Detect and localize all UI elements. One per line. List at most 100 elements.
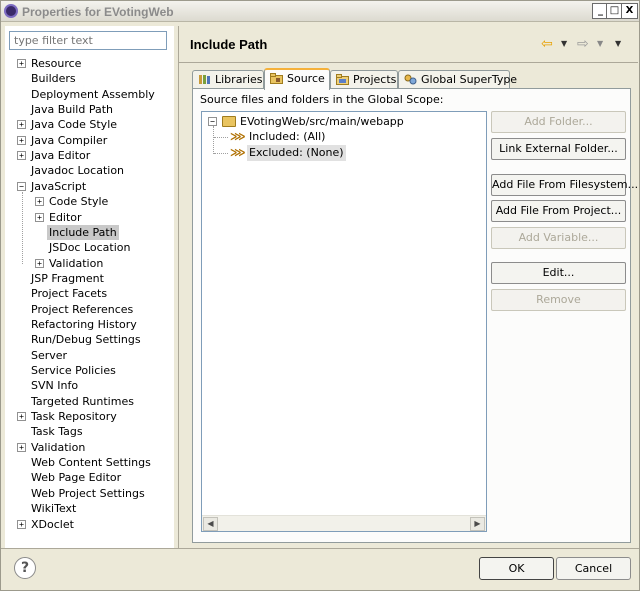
sidebar-item-label: Builders: [31, 72, 76, 85]
sidebar-item-editor[interactable]: + Editor: [5, 210, 174, 225]
sidebar-item-javascript[interactable]: − JavaScript: [5, 179, 174, 194]
sidebar-item-code-style[interactable]: + Code Style: [5, 194, 174, 209]
sidebar-item-label: Resource: [31, 57, 82, 70]
sidebar-item-label: Editor: [49, 211, 82, 224]
sidebar-item-project-facets[interactable]: Project Facets: [5, 286, 174, 301]
sidebar-item-label: Service Policies: [31, 364, 116, 377]
expand-toggle-icon[interactable]: +: [35, 197, 44, 206]
panel-label: Source files and folders in the Global S…: [200, 93, 444, 106]
sidebar-item-task-tags[interactable]: Task Tags: [5, 424, 174, 439]
expand-toggle-icon[interactable]: +: [17, 59, 26, 68]
sidebar-item-java-code-style[interactable]: + Java Code Style: [5, 117, 174, 132]
sidebar-item-targeted-runtimes[interactable]: Targeted Runtimes: [5, 394, 174, 409]
forward-arrow-icon[interactable]: ⇨: [577, 37, 589, 51]
tab-projects[interactable]: Projects: [330, 70, 398, 89]
filter-input[interactable]: [9, 31, 167, 50]
sidebar-item-server[interactable]: Server: [5, 348, 174, 363]
source-tab-panel: Source files and folders in the Global S…: [192, 88, 638, 543]
tab-label: Global SuperType: [421, 73, 518, 86]
collapse-toggle-icon[interactable]: −: [17, 182, 26, 191]
exclusion-filter-icon: ⋙: [230, 146, 246, 159]
sidebar-item-validation[interactable]: + Validation: [5, 256, 174, 271]
add-folder-button[interactable]: Add Folder...: [491, 111, 626, 133]
sidebar-item-java-build-path[interactable]: Java Build Path: [5, 102, 174, 117]
sidebar-item-label: Run/Debug Settings: [31, 333, 141, 346]
sidebar-item-label: Task Repository: [31, 410, 117, 423]
tree-line: [214, 153, 228, 154]
sidebar-item-resource[interactable]: + Resource: [5, 56, 174, 71]
sidebar-item-label: JavaScript: [31, 180, 87, 193]
cancel-button[interactable]: Cancel: [556, 557, 631, 580]
tab-label: Source: [287, 72, 325, 85]
sidebar-item-wikitext[interactable]: WikiText: [5, 501, 174, 516]
edit-button[interactable]: Edit...: [491, 262, 626, 284]
source-excluded-item[interactable]: ⋙ Excluded: (None): [230, 145, 430, 161]
ok-button[interactable]: OK: [479, 557, 554, 580]
sidebar-item-jsdoc-location[interactable]: JSDoc Location: [5, 240, 174, 255]
sidebar-item-deployment-assembly[interactable]: Deployment Assembly: [5, 87, 174, 102]
sidebar-item-label: XDoclet: [31, 518, 74, 531]
source-folder-icon: [222, 116, 236, 127]
tree-line: [214, 137, 228, 138]
expand-toggle-icon[interactable]: +: [17, 120, 26, 129]
sidebar-item-service-policies[interactable]: Service Policies: [5, 363, 174, 378]
tab-global-supertype[interactable]: Global SuperType: [398, 70, 517, 89]
sidebar-item-javadoc-location[interactable]: Javadoc Location: [5, 163, 174, 178]
add-variable-button[interactable]: Add Variable...: [491, 227, 626, 249]
sidebar-item-jsp-fragment[interactable]: JSP Fragment: [5, 271, 174, 286]
add-file-from-filesystem-button[interactable]: Add File From Filesystem...: [491, 174, 638, 196]
scroll-right-icon[interactable]: ▶: [470, 517, 485, 531]
sidebar-item-label: Targeted Runtimes: [31, 395, 134, 408]
sidebar-item-task-repository[interactable]: + Task Repository: [5, 409, 174, 424]
sidebar-item-project-references[interactable]: Project References: [5, 302, 174, 317]
sidebar-item-label: Web Project Settings: [31, 487, 145, 500]
title-bar: Properties for EVotingWeb _ □ X: [1, 1, 639, 22]
add-file-from-project-button[interactable]: Add File From Project...: [491, 200, 626, 222]
chevron-down-icon[interactable]: ▼: [561, 39, 567, 48]
collapse-toggle-icon[interactable]: −: [208, 117, 217, 126]
expand-toggle-icon[interactable]: +: [17, 136, 26, 145]
chevron-down-icon[interactable]: ▼: [597, 39, 603, 48]
tab-label: Projects: [353, 73, 397, 86]
sidebar-item-label: Code Style: [49, 195, 109, 208]
sidebar-item-label: JSP Fragment: [31, 272, 104, 285]
source-root-item[interactable]: − EVotingWeb/src/main/webapp: [206, 114, 476, 130]
source-included-item[interactable]: ⋙ Included: (All): [230, 129, 430, 145]
sidebar-item-java-editor[interactable]: + Java Editor: [5, 148, 174, 163]
expand-toggle-icon[interactable]: +: [35, 213, 44, 222]
tab-libraries[interactable]: Libraries: [192, 70, 264, 89]
close-button[interactable]: X: [621, 3, 638, 19]
link-external-folder-button[interactable]: Link External Folder...: [491, 138, 626, 160]
excluded-label: Excluded: (None): [247, 145, 346, 161]
sidebar-item-svn-info[interactable]: SVN Info: [5, 378, 174, 393]
sidebar-item-xdoclet[interactable]: + XDoclet: [5, 517, 174, 532]
remove-button[interactable]: Remove: [491, 289, 626, 311]
sidebar-item-label: Validation: [49, 257, 104, 270]
projects-icon: [336, 74, 349, 85]
sidebar-item-java-compiler[interactable]: + Java Compiler: [5, 133, 174, 148]
sidebar-item-label: Java Editor: [31, 149, 91, 162]
help-icon[interactable]: ?: [14, 557, 36, 579]
sidebar-item-web-project-settings[interactable]: Web Project Settings: [5, 486, 174, 501]
sidebar-item-web-content-settings[interactable]: Web Content Settings: [5, 455, 174, 470]
expand-toggle-icon[interactable]: +: [17, 443, 26, 452]
sidebar-item-run-debug-settings[interactable]: Run/Debug Settings: [5, 332, 174, 347]
tab-source[interactable]: Source: [264, 68, 330, 90]
sidebar-item-web-page-editor[interactable]: Web Page Editor: [5, 470, 174, 485]
sidebar-item-validation[interactable]: + Validation: [5, 440, 174, 455]
source-tree[interactable]: − EVotingWeb/src/main/webapp ⋙ Included:…: [201, 111, 487, 532]
expand-toggle-icon[interactable]: +: [17, 520, 26, 529]
tree-line: [22, 192, 23, 264]
horizontal-scrollbar[interactable]: ◀ ▶: [202, 515, 486, 531]
sidebar-item-refactoring-history[interactable]: Refactoring History: [5, 317, 174, 332]
view-menu-icon[interactable]: ▼: [615, 39, 621, 48]
scroll-left-icon[interactable]: ◀: [203, 517, 218, 531]
button-bar: ? OK Cancel: [1, 549, 639, 590]
expand-toggle-icon[interactable]: +: [17, 151, 26, 160]
sidebar-item-include-path[interactable]: Include Path: [5, 225, 174, 240]
expand-toggle-icon[interactable]: +: [35, 259, 44, 268]
source-root-label: EVotingWeb/src/main/webapp: [240, 115, 404, 128]
sidebar-item-builders[interactable]: Builders: [5, 71, 174, 86]
expand-toggle-icon[interactable]: +: [17, 412, 26, 421]
back-arrow-icon[interactable]: ⇦: [541, 37, 553, 51]
